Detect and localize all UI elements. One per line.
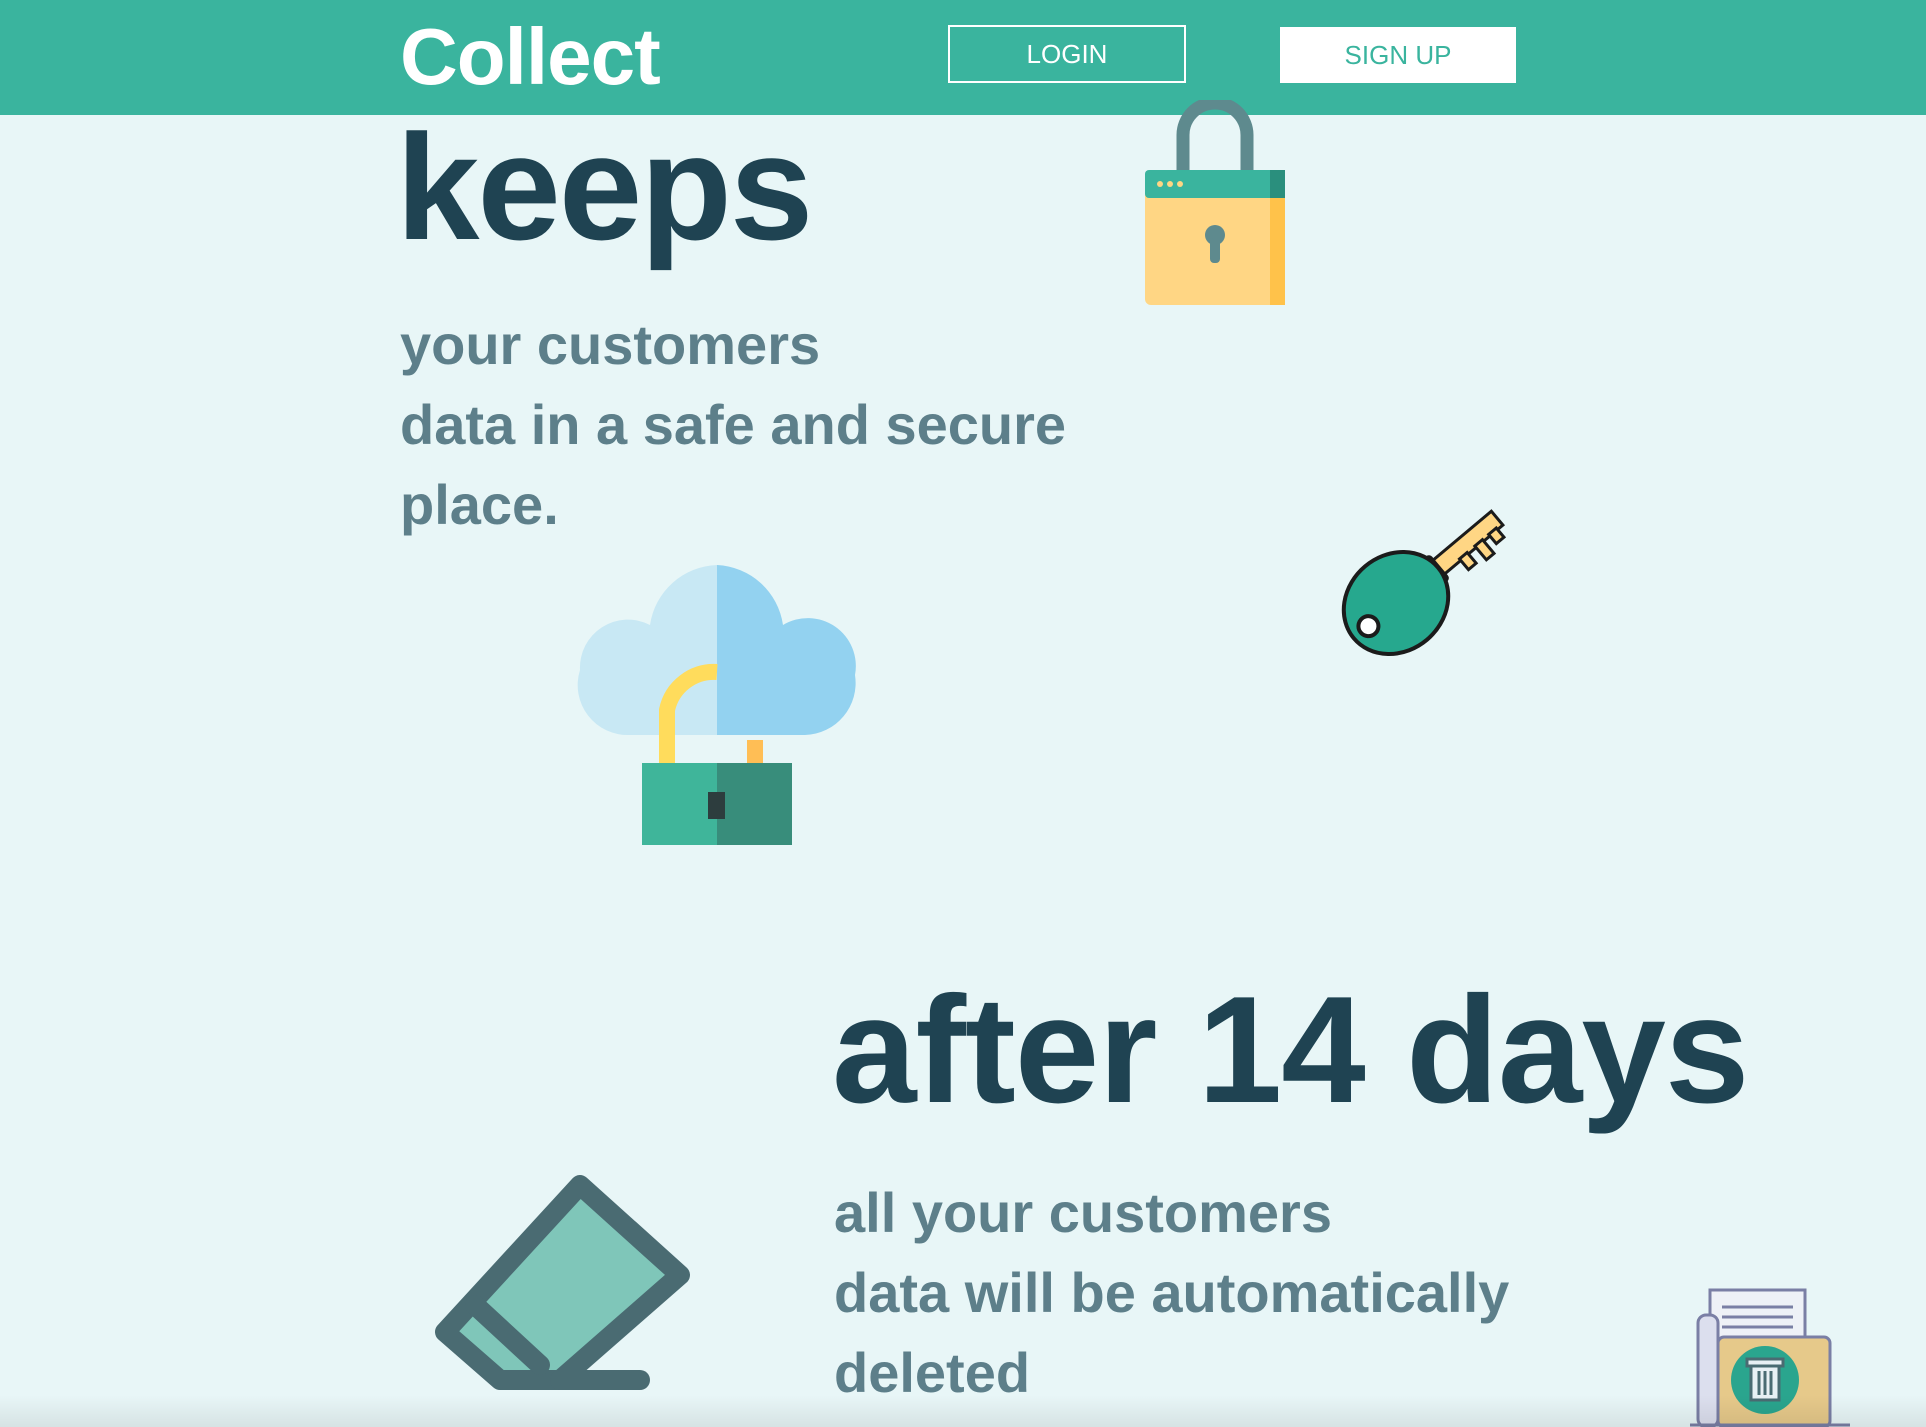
delete-line-2: data will be automatically — [834, 1261, 1510, 1324]
signup-button[interactable]: SIGN UP — [1280, 27, 1516, 83]
delete-description: all your customers data will be automati… — [834, 1173, 1509, 1413]
after-14-days-heading: after 14 days — [832, 965, 1749, 1135]
brand-logo[interactable]: Collect — [400, 12, 661, 102]
padlock-icon — [1145, 100, 1285, 305]
keeps-description: your customers data in a safe and secure… — [400, 305, 1066, 545]
eraser-icon — [435, 1175, 690, 1390]
keeps-heading: keeps — [396, 103, 813, 271]
bottom-shadow — [0, 1395, 1926, 1427]
delete-line-1: all your customers — [834, 1181, 1332, 1244]
keeps-line-1: your customers — [400, 313, 821, 376]
key-icon — [1341, 509, 1507, 657]
login-button[interactable]: LOGIN — [948, 25, 1186, 83]
keeps-line-3: place. — [400, 473, 559, 536]
cloud-lock-icon — [577, 565, 856, 845]
keeps-line-2: data in a safe and secure — [400, 393, 1067, 456]
page: Collect LOGIN SIGN UP keeps your custome… — [0, 0, 1926, 1427]
top-navbar: Collect LOGIN SIGN UP — [0, 0, 1926, 115]
